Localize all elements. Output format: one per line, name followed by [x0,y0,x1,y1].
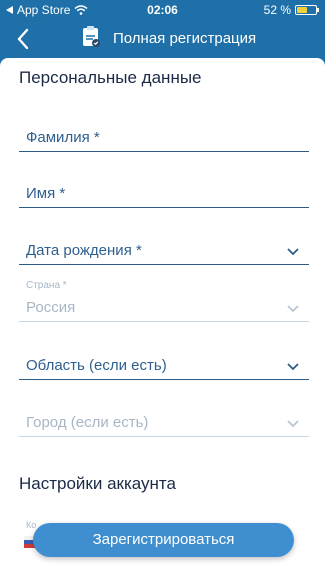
battery-icon [295,5,319,15]
city-select: Город (если есть) [19,403,309,437]
birthdate-select[interactable]: Дата рождения * [19,231,309,265]
name-placeholder: Имя * [26,185,66,202]
registration-form: Персональные данные Фамилия * Имя * Дата… [0,58,325,580]
account-field-label: Ко [26,520,37,530]
surname-placeholder: Фамилия * [26,129,100,146]
registration-logo-icon [83,26,100,47]
country-select: Страна * Россия [19,280,309,322]
account-settings-heading: Настройки аккаунта [19,474,176,493]
name-field[interactable]: Имя * [19,174,309,208]
personal-data-heading: Персональные данные [19,68,202,87]
birthdate-placeholder: Дата рождения * [26,242,142,259]
country-value: Россия [26,299,76,316]
chevron-down-icon [287,363,299,371]
region-placeholder: Область (если есть) [26,357,167,374]
status-bar: App Store 02:06 52 % [0,0,325,20]
city-placeholder: Город (если есть) [26,414,149,431]
battery-status: 52 % [263,3,319,17]
battery-percent: 52 % [263,3,291,17]
chevron-down-icon [287,420,299,428]
chevron-down-icon [287,305,299,313]
region-select[interactable]: Область (если есть) [19,346,309,380]
register-button[interactable]: Зарегистрироваться [33,523,294,557]
page-title: Полная регистрация [113,30,257,47]
chevron-down-icon [287,248,299,256]
nav-bar: Полная регистрация [0,20,325,58]
surname-field[interactable]: Фамилия * [19,118,309,152]
country-label: Страна * [26,280,67,291]
chevron-left-icon[interactable] [12,25,36,53]
